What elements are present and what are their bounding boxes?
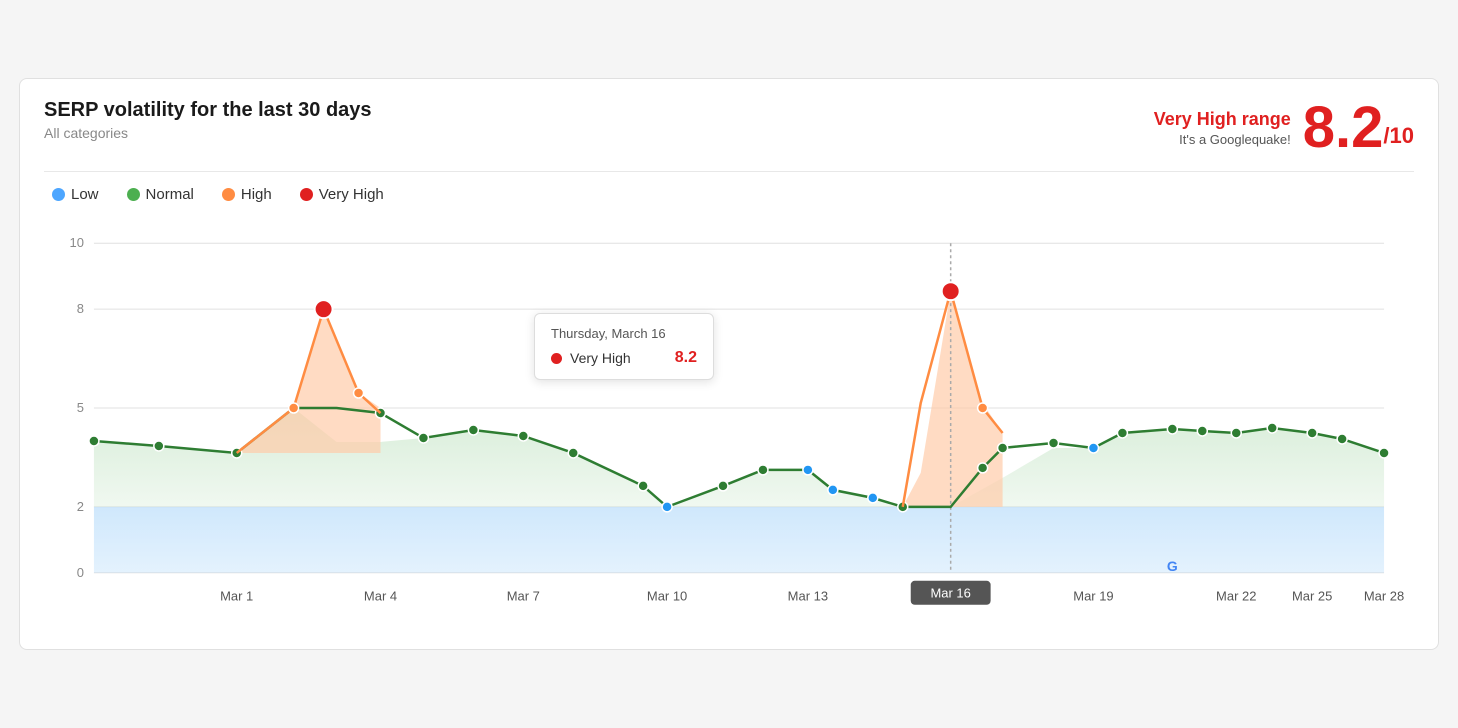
header-left: SERP volatility for the last 30 days All… — [44, 99, 372, 141]
card-title: SERP volatility for the last 30 days — [44, 99, 372, 122]
legend-item-low: Low — [52, 186, 99, 203]
svg-text:Mar 28: Mar 28 — [1364, 589, 1404, 604]
svg-text:2: 2 — [77, 499, 84, 514]
legend-dot-low — [52, 188, 65, 201]
legend-label-high: High — [241, 186, 272, 203]
svg-text:10: 10 — [70, 235, 84, 250]
svg-text:Mar 25: Mar 25 — [1292, 589, 1332, 604]
card-subtitle: All categories — [44, 125, 372, 141]
range-sub: It's a Googlequake! — [1154, 132, 1291, 147]
svg-text:Mar 1: Mar 1 — [220, 589, 253, 604]
svg-text:Mar 19: Mar 19 — [1073, 589, 1113, 604]
legend-item-high: High — [222, 186, 272, 203]
range-title: Very High range — [1154, 109, 1291, 130]
svg-text:Mar 13: Mar 13 — [788, 589, 828, 604]
chart-legend: Low Normal High Very High — [44, 186, 1414, 203]
svg-text:G: G — [1167, 558, 1178, 574]
svg-text:Mar 4: Mar 4 — [364, 589, 397, 604]
svg-text:Mar 22: Mar 22 — [1216, 589, 1256, 604]
legend-item-very-high: Very High — [300, 186, 384, 203]
legend-label-very-high: Very High — [319, 186, 384, 203]
legend-label-normal: Normal — [146, 186, 194, 203]
legend-dot-very-high — [300, 188, 313, 201]
legend-item-normal: Normal — [127, 186, 194, 203]
volatility-score: 8.2 — [1303, 99, 1384, 157]
legend-dot-high — [222, 188, 235, 201]
card-header: SERP volatility for the last 30 days All… — [44, 99, 1414, 172]
svg-text:5: 5 — [77, 400, 84, 415]
header-right: Very High range It's a Googlequake! 8.2 … — [1154, 99, 1414, 157]
chart-area: 0 2 5 8 10 — [44, 213, 1414, 633]
svg-text:0: 0 — [77, 565, 84, 580]
svg-text:Mar 10: Mar 10 — [647, 589, 687, 604]
svg-text:Mar 16: Mar 16 — [930, 586, 970, 601]
score-denominator: /10 — [1383, 123, 1414, 149]
legend-label-low: Low — [71, 186, 99, 203]
legend-dot-normal — [127, 188, 140, 201]
serp-volatility-card: SERP volatility for the last 30 days All… — [19, 78, 1439, 650]
svg-text:8: 8 — [77, 301, 84, 316]
range-label: Very High range It's a Googlequake! — [1154, 109, 1291, 147]
chart-svg: 0 2 5 8 10 — [44, 213, 1414, 633]
svg-text:Mar 7: Mar 7 — [507, 589, 540, 604]
